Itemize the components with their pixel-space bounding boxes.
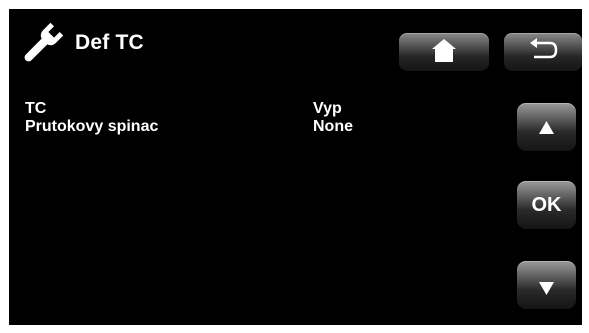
- setting-label-flow-switch[interactable]: Prutokovy spinac: [25, 118, 158, 136]
- page-title: Def TC: [75, 31, 144, 54]
- scroll-down-button[interactable]: [517, 261, 576, 309]
- display-screen: Def TC TC Vyp Prutokovy spinac None OK: [9, 9, 582, 325]
- triangle-up-icon: [539, 121, 554, 134]
- home-button[interactable]: [399, 33, 489, 71]
- back-button[interactable]: [504, 33, 582, 71]
- wrench-icon: [19, 21, 65, 67]
- scroll-up-button[interactable]: [517, 103, 576, 151]
- back-arrow-icon: [530, 38, 558, 59]
- triangle-down-icon: [539, 282, 554, 295]
- setting-value-tc[interactable]: Vyp: [313, 100, 342, 118]
- setting-label-tc[interactable]: TC: [25, 100, 46, 118]
- setting-value-flow-switch[interactable]: None: [313, 118, 353, 136]
- ok-button[interactable]: OK: [517, 181, 576, 229]
- ok-label: OK: [531, 194, 562, 216]
- home-icon: [432, 39, 456, 62]
